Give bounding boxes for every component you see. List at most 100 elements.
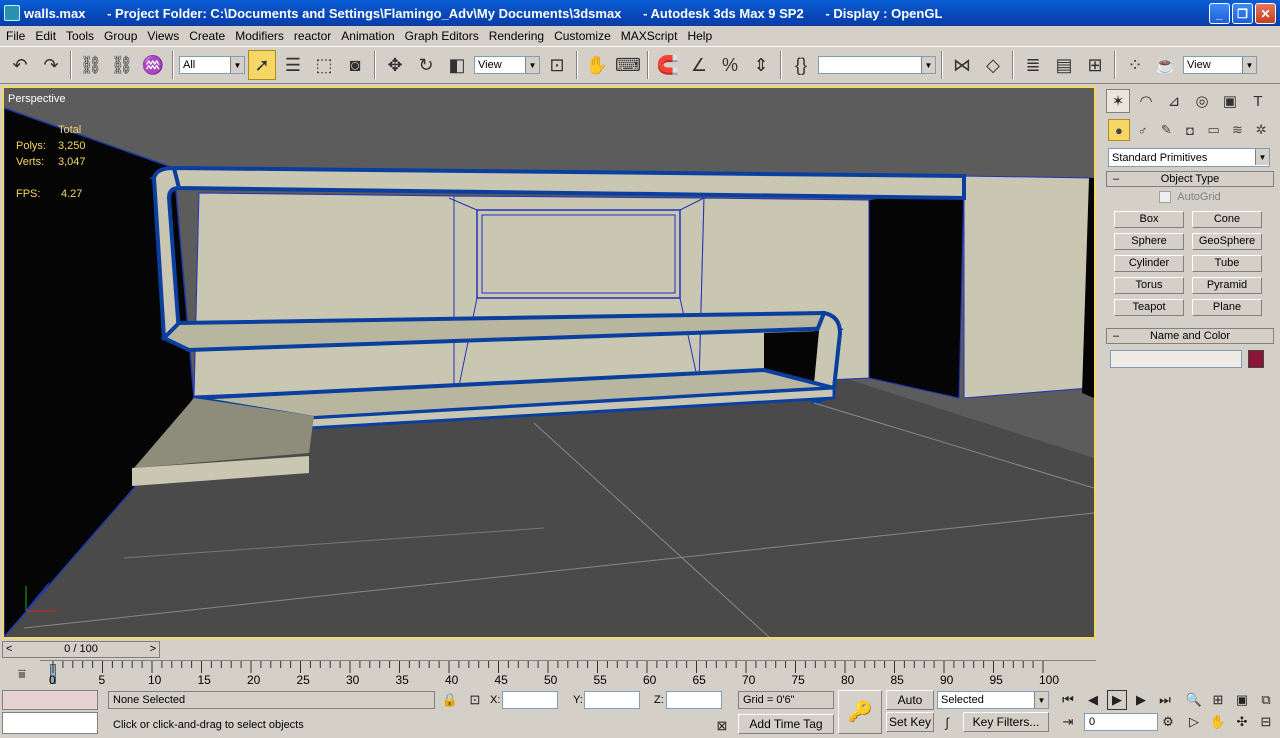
y-coordinate-field[interactable] [584, 691, 640, 709]
chevron-right-icon[interactable]: > [150, 642, 156, 657]
zoom-extents-all-icon[interactable]: ⧉ [1256, 690, 1276, 710]
chevron-down-icon[interactable]: ▼ [1255, 149, 1269, 165]
curve-editor-icon[interactable]: ▤ [1050, 50, 1078, 80]
hierarchy-tab-icon[interactable]: ⊿ [1162, 89, 1186, 113]
maximize-viewport-icon[interactable]: ⊟ [1256, 712, 1276, 732]
select-by-name-icon[interactable]: ☰ [279, 50, 307, 80]
window-crossing-icon[interactable]: ◙ [341, 50, 369, 80]
menu-create[interactable]: Create [185, 29, 231, 43]
mirror-icon[interactable]: ⋈ [948, 50, 976, 80]
chevron-down-icon[interactable]: ▼ [1034, 692, 1048, 708]
menu-modifiers[interactable]: Modifiers [231, 29, 290, 43]
collapse-icon[interactable]: – [1113, 172, 1119, 186]
select-and-rotate-icon[interactable]: ↻ [412, 50, 440, 80]
category-dropdown[interactable]: Standard Primitives ▼ [1108, 148, 1270, 167]
cone-button[interactable]: Cone [1192, 211, 1262, 228]
menu-tools[interactable]: Tools [62, 29, 100, 43]
display-tab-icon[interactable]: ▣ [1218, 89, 1242, 113]
play-icon[interactable]: ▶ [1107, 690, 1127, 710]
align-icon[interactable]: ◇ [979, 50, 1007, 80]
teapot-button[interactable]: Teapot [1114, 299, 1184, 316]
absolute-mode-icon[interactable]: ⊡ [465, 690, 485, 710]
next-frame-icon[interactable]: ▶ [1131, 690, 1151, 710]
go-to-start-icon[interactable]: ⏮ [1058, 690, 1078, 710]
menu-views[interactable]: Views [143, 29, 185, 43]
snaps-toggle-icon[interactable]: 🧲 [654, 50, 682, 80]
pivot-center-icon[interactable]: ⊡ [543, 50, 571, 80]
plane-button[interactable]: Plane [1192, 299, 1262, 316]
chevron-down-icon[interactable]: ▼ [525, 57, 539, 73]
app-icon[interactable] [4, 5, 20, 21]
pyramid-button[interactable]: Pyramid [1192, 277, 1262, 294]
menu-edit[interactable]: Edit [31, 29, 62, 43]
maximize-button[interactable]: ❐ [1232, 3, 1253, 24]
field-of-view-icon[interactable]: ▷ [1184, 712, 1204, 732]
cameras-icon[interactable]: ◘ [1179, 119, 1201, 141]
object-name-field[interactable] [1110, 350, 1242, 368]
menu-help[interactable]: Help [683, 29, 718, 43]
chevron-down-icon[interactable]: ▼ [921, 57, 935, 73]
rectangular-selection-icon[interactable]: ⬚ [310, 50, 338, 80]
max-listener-pink[interactable] [2, 690, 98, 710]
helpers-icon[interactable]: ▭ [1203, 119, 1225, 141]
zoom-extents-icon[interactable]: ▣ [1232, 690, 1252, 710]
menu-animation[interactable]: Animation [337, 29, 400, 43]
key-filters-button[interactable]: Key Filters... [963, 712, 1049, 732]
create-tab-icon[interactable]: ✶ [1106, 89, 1130, 113]
shapes-icon[interactable]: ♂ [1132, 119, 1154, 141]
menu-graph-editors[interactable]: Graph Editors [401, 29, 485, 43]
menu-reactor[interactable]: reactor [290, 29, 337, 43]
selection-filter-dropdown[interactable]: All ▼ [179, 56, 245, 74]
redo-icon[interactable]: ↷ [37, 50, 65, 80]
layer-manager-icon[interactable]: ≣ [1019, 50, 1047, 80]
named-selection-dropdown[interactable]: ▼ [818, 56, 936, 74]
torus-button[interactable]: Torus [1114, 277, 1184, 294]
render-scene-icon[interactable]: ☕ [1152, 50, 1180, 80]
lights-icon[interactable]: ✎ [1155, 119, 1177, 141]
previous-frame-icon[interactable]: ◀ [1083, 690, 1103, 710]
material-editor-icon[interactable]: ⁘ [1121, 50, 1149, 80]
keyboard-shortcut-override-icon[interactable]: ⌨ [614, 50, 642, 80]
z-coordinate-field[interactable] [666, 691, 722, 709]
chevron-down-icon[interactable]: ▼ [1242, 57, 1256, 73]
key-mode-dropdown[interactable]: Selected ▼ [937, 691, 1049, 709]
systems-icon[interactable]: ✲ [1250, 119, 1272, 141]
select-and-manipulate-icon[interactable]: ✋ [583, 50, 611, 80]
object-type-rollout-header[interactable]: – Object Type [1106, 171, 1274, 187]
perspective-viewport[interactable]: Perspective Total Polys: 3,250 Verts: 3,… [2, 86, 1096, 639]
autogrid-checkbox[interactable] [1159, 191, 1172, 203]
select-and-move-icon[interactable]: ✥ [381, 50, 409, 80]
menu-file[interactable]: File [2, 29, 31, 43]
time-tag-icon[interactable]: ⊠ [712, 716, 732, 736]
go-to-end-icon[interactable]: ⏭ [1155, 690, 1175, 710]
current-frame-field[interactable]: 0 [1084, 713, 1158, 731]
set-key-button[interactable]: Set Key [886, 712, 934, 732]
bind-space-warp-icon[interactable]: ♒ [139, 50, 167, 80]
menu-group[interactable]: Group [100, 29, 143, 43]
geosphere-button[interactable]: GeoSphere [1192, 233, 1262, 250]
add-time-tag-button[interactable]: Add Time Tag [738, 714, 834, 734]
render-view-dropdown[interactable]: View ▼ [1183, 56, 1257, 74]
time-slider[interactable]: < 0 / 100 > [2, 641, 160, 658]
percent-snap-icon[interactable]: % [716, 50, 744, 80]
close-button[interactable]: ✕ [1255, 3, 1276, 24]
menu-maxscript[interactable]: MAXScript [617, 29, 684, 43]
set-key-key-icon[interactable]: 🔑 [838, 690, 882, 734]
chevron-down-icon[interactable]: ▼ [230, 57, 244, 73]
collapse-icon[interactable]: – [1113, 329, 1119, 343]
default-tangent-icon[interactable]: ∫ [937, 712, 957, 732]
menu-rendering[interactable]: Rendering [485, 29, 550, 43]
select-and-link-icon[interactable]: ⛓ [77, 50, 105, 80]
object-color-swatch[interactable] [1248, 350, 1264, 368]
cylinder-button[interactable]: Cylinder [1114, 255, 1184, 272]
geometry-icon[interactable]: ● [1108, 119, 1130, 141]
name-color-rollout-header[interactable]: – Name and Color [1106, 328, 1274, 344]
box-button[interactable]: Box [1114, 211, 1184, 228]
motion-tab-icon[interactable]: ◎ [1190, 89, 1214, 113]
sphere-button[interactable]: Sphere [1114, 233, 1184, 250]
space-warps-icon[interactable]: ≋ [1227, 119, 1249, 141]
tube-button[interactable]: Tube [1192, 255, 1262, 272]
spinner-snap-icon[interactable]: ⇕ [747, 50, 775, 80]
auto-key-button[interactable]: Auto Key [886, 690, 934, 725]
zoom-icon[interactable]: 🔍 [1184, 690, 1204, 710]
